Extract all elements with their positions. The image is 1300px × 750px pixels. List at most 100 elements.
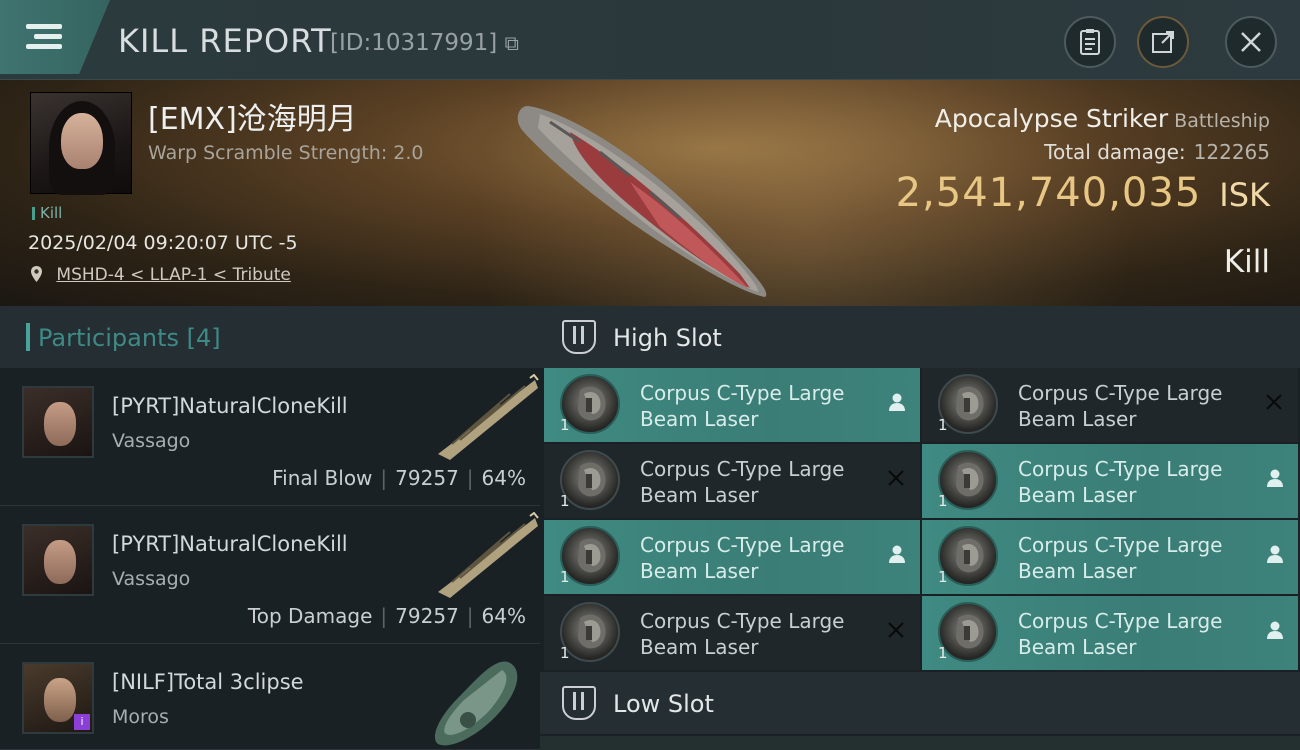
- close-icon[interactable]: [1225, 16, 1277, 68]
- hamburger-icon-line: [34, 34, 62, 39]
- participant-ship: Moros: [112, 706, 169, 728]
- isk-unit: ISK: [1219, 176, 1270, 214]
- result-label: Kill: [1223, 244, 1270, 280]
- participant-avatar[interactable]: i: [22, 662, 94, 734]
- participants-label: Participants [4]: [38, 324, 221, 352]
- participants-header[interactable]: Participants [4]: [0, 306, 540, 368]
- participant-ship-image: [438, 374, 539, 460]
- isk-value: 2,541,740,035 ISK: [896, 170, 1270, 216]
- module-quantity: 1: [938, 644, 948, 662]
- ship-name-text[interactable]: Apocalypse Striker: [935, 104, 1168, 133]
- dropped-person-icon: [1266, 544, 1284, 570]
- participant-row[interactable]: i [NILF]Total 3clipse Moros: [0, 644, 540, 750]
- victim-name[interactable]: [EMX]沧海明月: [148, 94, 357, 138]
- total-damage-value: 122265: [1193, 140, 1270, 164]
- module-name: Corpus C-Type Large Beam Laser: [1018, 609, 1223, 659]
- module-item[interactable]: 1 Corpus C-Type Large Beam Laser: [544, 596, 920, 670]
- stats-separator: |: [466, 466, 474, 490]
- participant-stats: Final Blow | 79257 | 64%: [272, 466, 526, 490]
- participant-stats: Top Damage | 79257 | 64%: [248, 604, 526, 628]
- low-slot-icon: [562, 686, 596, 720]
- participant-percent: 64%: [481, 604, 526, 628]
- module-quantity: 1: [560, 416, 570, 434]
- module-item[interactable]: 1 Corpus C-Type Large Beam Laser: [922, 520, 1298, 594]
- fitting-panel: High Slot 1 Corpus C-Type Large Beam Lase…: [540, 306, 1300, 750]
- module-name: Corpus C-Type Large Beam Laser: [640, 381, 845, 431]
- module-quantity: 1: [560, 492, 570, 510]
- total-damage-label: Total damage:: [1044, 140, 1186, 164]
- portrait-face: [61, 113, 103, 169]
- menu-button[interactable]: [0, 0, 110, 74]
- module-name: Corpus C-Type Large Beam Laser: [640, 533, 845, 583]
- participant-avatar[interactable]: [22, 386, 94, 458]
- participant-role: Top Damage: [247, 604, 373, 628]
- module-quantity: 1: [560, 644, 570, 662]
- module-name: Corpus C-Type Large Beam Laser: [640, 609, 845, 659]
- module-name: Corpus C-Type Large Beam Laser: [1018, 457, 1223, 507]
- participant-ship-image: [438, 512, 539, 598]
- header-bar: KILL REPORT [ID:10317991] ⧉: [0, 0, 1300, 80]
- high-slot-header[interactable]: High Slot: [540, 306, 1300, 368]
- clipboard-icon[interactable]: [1064, 16, 1116, 68]
- copy-icon[interactable]: ⧉: [505, 31, 519, 55]
- module-item[interactable]: 1 Corpus C-Type Large Beam Laser: [922, 444, 1298, 518]
- module-quantity: 1: [938, 416, 948, 434]
- participants-accent-bar: [26, 323, 30, 351]
- module-name: Corpus C-Type Large Beam Laser: [1018, 533, 1223, 583]
- participant-percent: 64%: [481, 466, 526, 490]
- warp-scramble-strength: Warp Scramble Strength: 2.0: [148, 142, 424, 164]
- ship-name[interactable]: Apocalypse Striker Battleship: [935, 104, 1270, 133]
- kill-tag: Kill: [32, 204, 62, 222]
- kill-tag-text: Kill: [40, 204, 63, 222]
- destroyed-x-icon: [886, 468, 906, 494]
- participant-ship: Vassago: [112, 430, 191, 452]
- location-pin-icon: [31, 266, 42, 282]
- participant-name[interactable]: [PYRT]NaturalCloneKill: [112, 532, 348, 556]
- location-text[interactable]: MSHD-4 < LLAP-1 < Tribute: [56, 265, 290, 285]
- participants-panel: Participants [4] [PYRT]NaturalCloneKill …: [0, 306, 540, 750]
- participant-row[interactable]: [PYRT]NaturalCloneKill Vassago Top Damag…: [0, 506, 540, 644]
- participant-name[interactable]: [NILF]Total 3clipse: [112, 670, 304, 694]
- victim-ship-image: [517, 106, 767, 297]
- low-slot-module-row[interactable]: [540, 736, 1300, 750]
- module-quantity: 1: [938, 568, 948, 586]
- alliance-badge-icon: i: [74, 714, 90, 730]
- participant-row[interactable]: [PYRT]NaturalCloneKill Vassago Final Blo…: [0, 368, 540, 506]
- kill-datetime: 2025/02/04 09:20:07 UTC -5: [28, 232, 298, 254]
- avatar-face: [44, 678, 76, 722]
- participant-ship: Vassago: [112, 568, 191, 590]
- portrait-hair: [49, 101, 115, 195]
- module-item[interactable]: 1 Corpus C-Type Large Beam Laser: [544, 368, 920, 442]
- location-link[interactable]: MSHD-4 < LLAP-1 < Tribute: [30, 265, 291, 285]
- module-item[interactable]: 1 Corpus C-Type Large Beam Laser: [544, 520, 920, 594]
- module-name: Corpus C-Type Large Beam Laser: [640, 457, 845, 507]
- high-slot-icon: [562, 320, 596, 354]
- stats-separator: |: [380, 466, 388, 490]
- participant-ship-image: [434, 661, 518, 746]
- victim-portrait[interactable]: [30, 92, 132, 195]
- dropped-person-icon: [888, 544, 906, 570]
- hamburger-icon-line: [26, 44, 62, 49]
- low-slot-header[interactable]: Low Slot: [540, 672, 1300, 734]
- report-id-text: [ID:10317991]: [330, 30, 498, 56]
- high-slot-label: High Slot: [613, 324, 722, 352]
- kill-pip: [32, 207, 35, 220]
- destroyed-x-icon: [1264, 392, 1284, 418]
- module-item[interactable]: 1 Corpus C-Type Large Beam Laser: [922, 596, 1298, 670]
- module-name: Corpus C-Type Large Beam Laser: [1018, 381, 1223, 431]
- ship-class: Battleship: [1174, 110, 1270, 132]
- participant-role: Final Blow: [272, 466, 373, 490]
- share-icon[interactable]: [1137, 16, 1189, 68]
- participants-title: Participants: [38, 324, 179, 352]
- participant-name[interactable]: [PYRT]NaturalCloneKill: [112, 394, 348, 418]
- page-title: KILL REPORT: [118, 22, 332, 60]
- participant-avatar[interactable]: [22, 524, 94, 596]
- module-item[interactable]: 1 Corpus C-Type Large Beam Laser: [922, 368, 1298, 442]
- report-id: [ID:10317991] ⧉: [330, 30, 519, 56]
- module-quantity: 1: [938, 492, 948, 510]
- hamburger-icon: [26, 24, 62, 29]
- victim-panel: [EMX]沧海明月 Warp Scramble Strength: 2.0 Ki…: [0, 80, 1300, 306]
- avatar-face: [44, 540, 76, 584]
- module-item[interactable]: 1 Corpus C-Type Large Beam Laser: [544, 444, 920, 518]
- participant-damage: 79257: [395, 466, 459, 490]
